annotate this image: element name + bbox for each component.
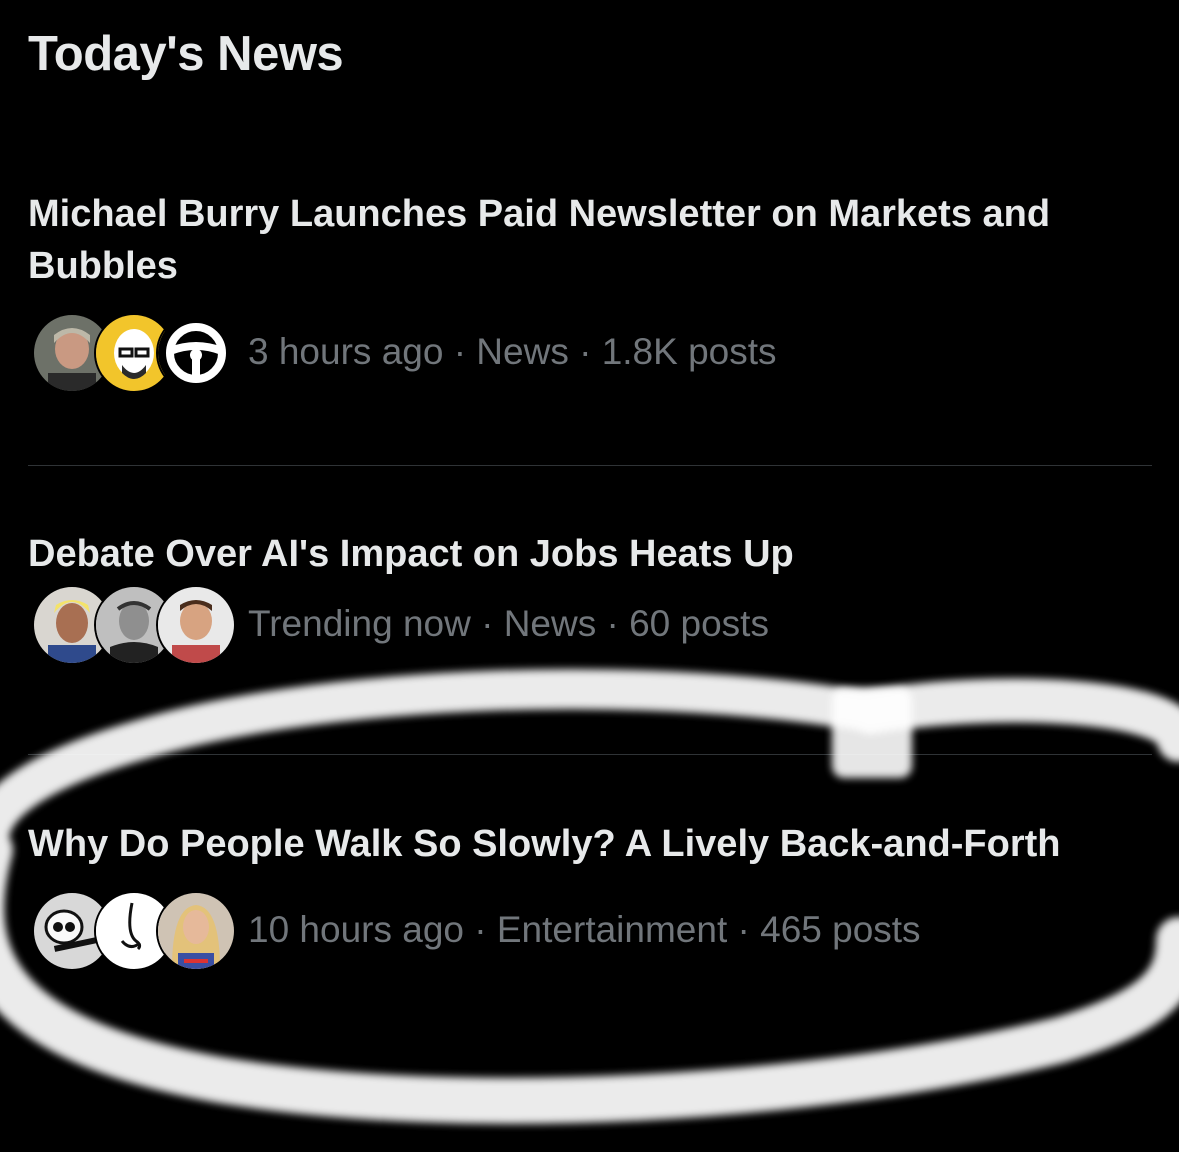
news-headline[interactable]: Debate Over AI's Impact on Jobs Heats Up xyxy=(28,528,1138,580)
news-headline[interactable]: Why Do People Walk So Slowly? A Lively B… xyxy=(28,818,1138,870)
avatar-group xyxy=(28,585,236,665)
news-item[interactable]: Debate Over AI's Impact on Jobs Heats Up… xyxy=(28,528,1152,665)
steering-wheel-avatar xyxy=(156,313,236,393)
news-meta: 3 hours ago · News · 1.8K posts xyxy=(248,331,777,372)
section-title: Today's News xyxy=(28,27,344,81)
blonde-woman-avatar xyxy=(156,891,236,971)
smiling-man-avatar xyxy=(156,585,236,665)
news-headline[interactable]: Michael Burry Launches Paid Newsletter o… xyxy=(28,188,1138,292)
divider xyxy=(28,465,1152,466)
news-item[interactable]: Why Do People Walk So Slowly? A Lively B… xyxy=(28,818,1152,971)
divider xyxy=(28,754,1152,755)
avatar-group xyxy=(28,313,236,393)
news-item[interactable]: Michael Burry Launches Paid Newsletter o… xyxy=(28,188,1152,393)
news-meta: Trending now · News · 60 posts xyxy=(248,603,769,644)
avatar-group xyxy=(28,891,236,971)
news-meta: 10 hours ago · Entertainment · 465 posts xyxy=(248,909,921,950)
